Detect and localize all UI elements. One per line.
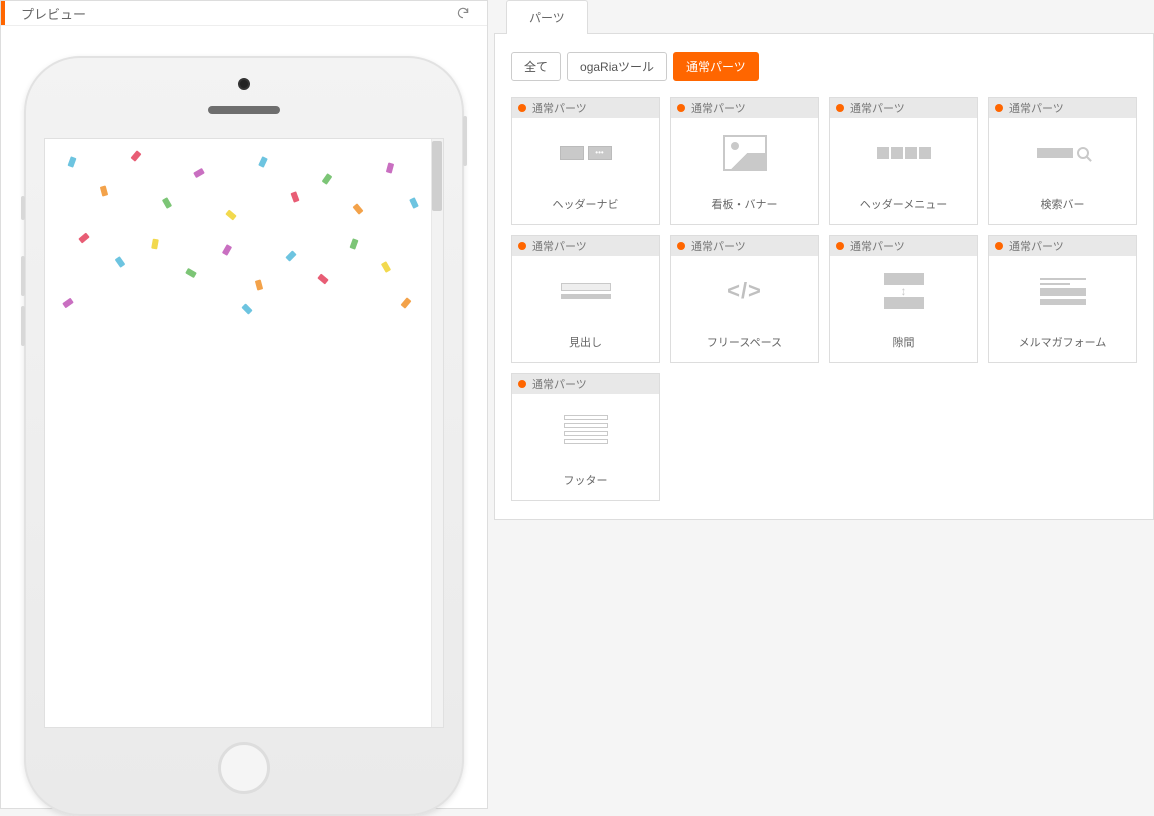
tag-label: 通常パーツ bbox=[691, 100, 746, 116]
phone-camera-icon bbox=[238, 78, 250, 90]
card-icon: </> bbox=[671, 256, 818, 326]
card-icon bbox=[671, 118, 818, 188]
tag-label: 通常パーツ bbox=[850, 238, 905, 254]
tag-dot-icon bbox=[518, 104, 526, 112]
filter-normal[interactable]: 通常パーツ bbox=[673, 52, 759, 81]
card-tag: 通常パーツ bbox=[512, 236, 659, 256]
filter-all[interactable]: 全て bbox=[511, 52, 561, 81]
search-icon bbox=[1037, 147, 1089, 159]
tag-dot-icon bbox=[836, 242, 844, 250]
tag-dot-icon bbox=[677, 242, 685, 250]
tag-label: 通常パーツ bbox=[850, 100, 905, 116]
card-tag: 通常パーツ bbox=[671, 236, 818, 256]
card-icon bbox=[830, 118, 977, 188]
tag-label: 通常パーツ bbox=[532, 376, 587, 392]
card-icon bbox=[512, 118, 659, 188]
card-footer[interactable]: 通常パーツ フッター bbox=[511, 373, 660, 501]
tag-label: 通常パーツ bbox=[1009, 238, 1064, 254]
tag-dot-icon bbox=[995, 104, 1003, 112]
card-banner[interactable]: 通常パーツ 看板・バナー bbox=[670, 97, 819, 225]
tag-dot-icon bbox=[518, 242, 526, 250]
tag-label: 通常パーツ bbox=[532, 100, 587, 116]
scrollbar-thumb[interactable] bbox=[432, 141, 442, 211]
card-gap[interactable]: 通常パーツ ↕ 隙間 bbox=[829, 235, 978, 363]
parts-body: 全て ogaRiaツール 通常パーツ 通常パーツ ヘッダーナビ 通常パーツ 看板… bbox=[494, 34, 1154, 520]
cards-grid: 通常パーツ ヘッダーナビ 通常パーツ 看板・バナー 通常パーツ ヘッダーメニュー bbox=[511, 97, 1137, 501]
card-header-nav[interactable]: 通常パーツ ヘッダーナビ bbox=[511, 97, 660, 225]
tabs-row: パーツ bbox=[494, 0, 1154, 34]
preview-header: プレビュー bbox=[1, 1, 487, 26]
tag-dot-icon bbox=[836, 104, 844, 112]
card-label: フッター bbox=[512, 464, 659, 500]
card-heading[interactable]: 通常パーツ 見出し bbox=[511, 235, 660, 363]
form-icon bbox=[1040, 278, 1086, 305]
tag-dot-icon bbox=[677, 104, 685, 112]
refresh-icon bbox=[456, 6, 470, 20]
card-tag: 通常パーツ bbox=[989, 236, 1136, 256]
preview-title: プレビュー bbox=[21, 4, 86, 23]
refresh-button[interactable] bbox=[451, 1, 475, 25]
card-icon bbox=[512, 256, 659, 326]
card-label: フリースペース bbox=[671, 326, 818, 362]
card-free-space[interactable]: 通常パーツ </> フリースペース bbox=[670, 235, 819, 363]
accent-bar bbox=[1, 1, 5, 25]
card-label: 見出し bbox=[512, 326, 659, 362]
card-header-menu[interactable]: 通常パーツ ヘッダーメニュー bbox=[829, 97, 978, 225]
tag-dot-icon bbox=[518, 380, 526, 388]
card-label: ヘッダーナビ bbox=[512, 188, 659, 224]
nav-icon bbox=[560, 146, 612, 160]
card-label: 隙間 bbox=[830, 326, 977, 362]
menu-icon bbox=[877, 147, 931, 159]
card-tag: 通常パーツ bbox=[830, 98, 977, 118]
phone-home-button bbox=[218, 742, 270, 794]
card-label: メルマガフォーム bbox=[989, 326, 1136, 362]
phone-screen[interactable] bbox=[44, 138, 444, 728]
card-search-bar[interactable]: 通常パーツ 検索バー bbox=[988, 97, 1137, 225]
card-icon: ↕ bbox=[830, 256, 977, 326]
card-tag: 通常パーツ bbox=[989, 98, 1136, 118]
phone-side-button bbox=[21, 256, 25, 296]
card-icon bbox=[989, 256, 1136, 326]
preview-panel: プレビュー bbox=[0, 0, 488, 809]
phone-frame bbox=[24, 56, 464, 816]
tag-label: 通常パーツ bbox=[532, 238, 587, 254]
phone-side-button bbox=[463, 116, 467, 166]
phone-side-button bbox=[21, 306, 25, 346]
tag-dot-icon bbox=[995, 242, 1003, 250]
tag-label: 通常パーツ bbox=[1009, 100, 1064, 116]
card-tag: 通常パーツ bbox=[512, 98, 659, 118]
confetti-background bbox=[45, 139, 443, 727]
card-icon bbox=[989, 118, 1136, 188]
code-icon: </> bbox=[727, 278, 762, 304]
card-tag: 通常パーツ bbox=[512, 374, 659, 394]
parts-panel: パーツ 全て ogaRiaツール 通常パーツ 通常パーツ ヘッダーナビ 通常パー… bbox=[488, 0, 1154, 809]
filter-ogaria[interactable]: ogaRiaツール bbox=[567, 52, 667, 81]
heading-icon bbox=[561, 283, 611, 299]
phone-preview-area bbox=[1, 26, 487, 816]
card-label: 看板・バナー bbox=[671, 188, 818, 224]
card-mailmag-form[interactable]: 通常パーツ メルマガフォーム bbox=[988, 235, 1137, 363]
gap-icon: ↕ bbox=[884, 273, 924, 309]
tag-label: 通常パーツ bbox=[691, 238, 746, 254]
footer-icon bbox=[564, 415, 608, 444]
card-label: ヘッダーメニュー bbox=[830, 188, 977, 224]
card-tag: 通常パーツ bbox=[671, 98, 818, 118]
scrollbar[interactable] bbox=[431, 139, 443, 727]
card-tag: 通常パーツ bbox=[830, 236, 977, 256]
phone-side-button bbox=[21, 196, 25, 220]
card-icon bbox=[512, 394, 659, 464]
tab-parts[interactable]: パーツ bbox=[506, 0, 588, 34]
filter-row: 全て ogaRiaツール 通常パーツ bbox=[511, 52, 1137, 81]
image-icon bbox=[723, 135, 767, 171]
card-label: 検索バー bbox=[989, 188, 1136, 224]
